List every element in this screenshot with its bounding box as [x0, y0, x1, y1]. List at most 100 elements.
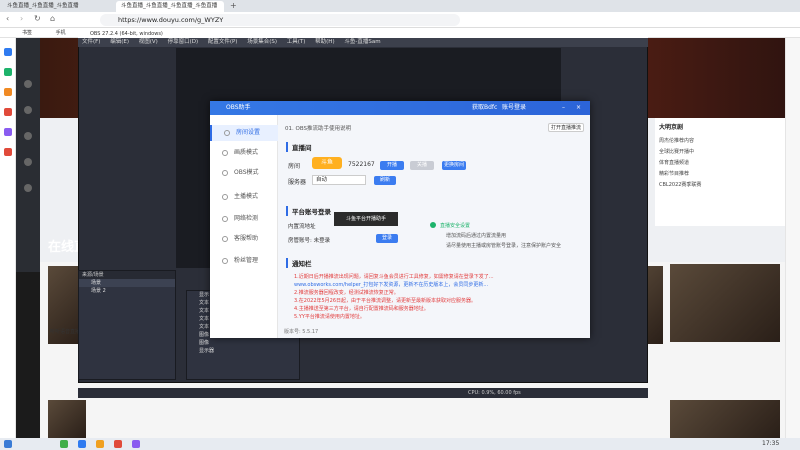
nav-icon: [224, 130, 230, 136]
menu-item[interactable]: 停靠窗口(D): [168, 39, 199, 45]
app-icon[interactable]: [4, 108, 12, 116]
room-id: 7522167: [348, 161, 375, 168]
list-item[interactable]: 全球比赛开播中: [655, 146, 785, 157]
notice-line: 1.近期日后开播推流出现问题，请回复斗鱼会员进行工具修复，如需修复请在登录下发了…: [294, 274, 494, 280]
menu-item[interactable]: 斗鱼-直播Sam: [344, 39, 380, 45]
header-link[interactable]: 获取Bdfc: [472, 101, 497, 115]
live-section-title: 直播间: [286, 142, 312, 152]
nav-icon: [222, 236, 228, 242]
nav-icon: [222, 194, 228, 200]
sidebar-item[interactable]: [20, 182, 36, 204]
nav-item[interactable]: 画质模式: [210, 145, 278, 161]
menu-item[interactable]: 场景集合(S): [247, 39, 277, 45]
nav-item[interactable]: 网络检测: [210, 211, 278, 227]
sidebar-item[interactable]: [20, 104, 36, 126]
dialog-nav: 房间设置 画质模式 OBS模式 主播模式 网络检测 客服帮助 粉丝管理: [210, 115, 278, 338]
app-icon[interactable]: [4, 148, 12, 156]
close-icon[interactable]: ×: [576, 101, 581, 115]
refresh-button[interactable]: 刷新: [374, 176, 396, 185]
taskbar-app-icon[interactable]: [132, 440, 140, 448]
dock-header: 来源/场景: [79, 271, 175, 279]
menu-item[interactable]: 配置文件(P): [208, 39, 238, 45]
server-label: 服务器: [288, 179, 307, 186]
home-icon[interactable]: ⌂: [50, 14, 55, 23]
menu-item[interactable]: 文件(F): [82, 39, 100, 45]
list-item[interactable]: 周杰伦推荐内容: [655, 135, 785, 146]
page-scrollbar[interactable]: [785, 38, 800, 438]
taskbar-app-icon[interactable]: [114, 440, 122, 448]
nav-item[interactable]: 房间设置: [210, 125, 278, 141]
dialog-title: OBS助手: [226, 104, 251, 111]
obs-status-bar: CPU: 0.9%, 60.00 fps: [78, 388, 648, 398]
menu-item[interactable]: 视图(V): [139, 39, 158, 45]
taskbar-app-icon[interactable]: [78, 440, 86, 448]
nav-icon: [222, 258, 228, 264]
douyu-logo: 斗鱼: [312, 157, 342, 169]
header-link[interactable]: 账号登录: [502, 101, 526, 115]
refresh-icon[interactable]: ↻: [34, 14, 41, 23]
nav-item[interactable]: 粉丝管理: [210, 253, 278, 269]
sidebar-item[interactable]: [20, 156, 36, 178]
scenes-dock: 来源/场景 场景 场景 2: [78, 270, 176, 380]
source-item[interactable]: 图像: [187, 339, 299, 347]
back-icon[interactable]: ‹: [6, 14, 9, 23]
notice-section-title: 通知栏: [286, 258, 312, 268]
url-input[interactable]: https://www.douyu.com/g_WYZY: [100, 14, 460, 26]
account-label: 房管账号: 未登录: [288, 238, 331, 244]
list-item[interactable]: 体育直播频道: [655, 157, 785, 168]
minimize-icon[interactable]: –: [562, 101, 565, 115]
sidebar-item[interactable]: [20, 130, 36, 152]
open-stream-button[interactable]: 打开直播推流: [548, 123, 584, 132]
stop-live-button[interactable]: 关播: [410, 161, 434, 170]
sidebar-item[interactable]: [20, 78, 36, 100]
stream-thumb[interactable]: [670, 400, 780, 438]
obs-menu-bar: 文件(F) 编辑(E) 视图(V) 停靠窗口(D) 配置文件(P) 场景集合(S…: [78, 38, 648, 47]
app-icon[interactable]: [4, 68, 12, 76]
server-select[interactable]: 自动: [312, 175, 366, 185]
stream-label[interactable]: 听听语音直播: [50, 328, 80, 335]
app-icon[interactable]: [4, 48, 12, 56]
stream-thumb[interactable]: [670, 264, 780, 342]
taskbar-app-icon[interactable]: [60, 440, 68, 448]
list-item[interactable]: CBL2022赛季联赛: [655, 179, 785, 190]
change-room-button[interactable]: 更换房间: [442, 161, 466, 170]
windows-icon[interactable]: [4, 440, 12, 448]
dialog-subtitle: 01. OBS推流助手使用说明: [285, 126, 351, 132]
login-section-title: 平台账号登录: [286, 206, 331, 216]
stream-thumb[interactable]: [48, 400, 86, 438]
right-panel: 大明京剧 周杰伦推荐内容 全球比赛开播中 体育直播频道 精彩节目推荐 CBL20…: [655, 118, 785, 226]
menu-item[interactable]: 工具(T): [287, 39, 306, 45]
source-item[interactable]: 显示器: [187, 347, 299, 355]
scene-item[interactable]: 场景 2: [79, 287, 175, 295]
nav-item[interactable]: 客服帮助: [210, 231, 278, 247]
browser-tab[interactable]: 斗鱼直播_斗鱼直播_斗鱼直播: [2, 1, 112, 12]
dialog-header: OBS助手 获取Bdfc 账号登录 – ×: [210, 101, 590, 115]
clock: 17:35: [762, 440, 780, 447]
browser-tab-active[interactable]: 斗鱼直播_斗鱼直播_斗鱼直播_斗鱼直播: [116, 1, 224, 12]
phone-label[interactable]: 手机: [56, 30, 66, 36]
menu-item[interactable]: 帮助(H): [315, 39, 334, 45]
taskbar-app-icon[interactable]: [96, 440, 104, 448]
forward-icon[interactable]: ›: [20, 14, 23, 23]
room-label: 房间: [288, 163, 301, 170]
notice-link[interactable]: www.obsworks.com/helper_打包好下发资源，更新不在历史版本…: [294, 281, 488, 288]
right-panel-title: 大明京剧: [659, 124, 684, 131]
bookmarks-label[interactable]: 书签: [22, 30, 32, 36]
check-icon: [430, 222, 436, 228]
nav-item[interactable]: 主播模式: [210, 189, 278, 205]
nav-item[interactable]: OBS模式: [210, 165, 278, 181]
start-live-button[interactable]: 开播: [380, 161, 404, 170]
version-label: 版本号: 5.5.17: [284, 329, 319, 335]
notice-line: 2.推流服务器回程改变，经测试推流恢复正常。: [294, 290, 399, 296]
push-address-label: 内置流地址: [288, 224, 316, 230]
menu-item[interactable]: 编辑(E): [110, 39, 129, 45]
new-tab-icon[interactable]: +: [230, 1, 237, 10]
notice-line: 5.YY平台推流请使用内置地址。: [294, 314, 365, 320]
app-icon[interactable]: [4, 128, 12, 136]
scene-item[interactable]: 场景: [79, 279, 175, 287]
browser-sidebar: [0, 38, 16, 438]
login-button[interactable]: 登录: [376, 234, 398, 243]
list-item[interactable]: 精彩节目推荐: [655, 168, 785, 179]
app-icon[interactable]: [4, 88, 12, 96]
site-sidebar: [16, 38, 40, 272]
